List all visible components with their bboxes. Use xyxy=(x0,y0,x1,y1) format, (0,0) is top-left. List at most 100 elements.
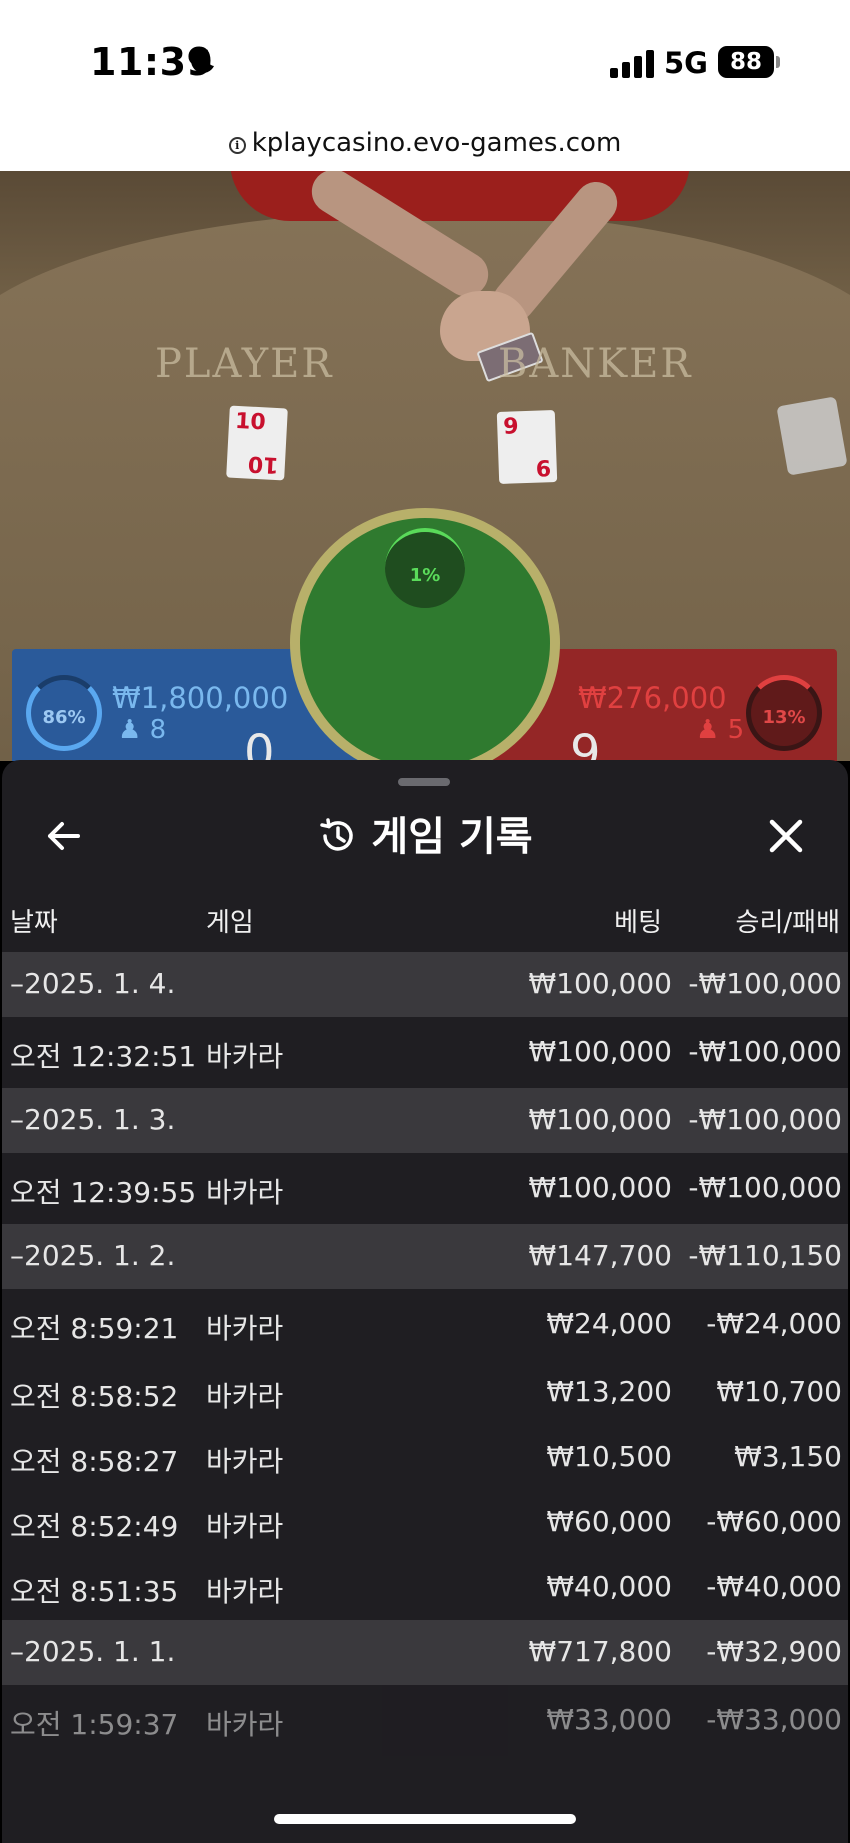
game-row[interactable]: 오전 8:58:27 바카라 ₩10,500 ₩3,150 xyxy=(2,1425,848,1490)
banker-count-value: 5 xyxy=(727,715,745,745)
dealer xyxy=(230,171,690,221)
game-name: 바카라 xyxy=(206,1312,284,1345)
status-bar: 11:39 5G 88 xyxy=(0,0,850,120)
result-amount: -₩33,000 xyxy=(706,1703,842,1736)
result-amount: ₩3,150 xyxy=(734,1440,842,1473)
column-result: 승리/패배 xyxy=(735,908,840,938)
game-name: 바카라 xyxy=(206,1040,284,1073)
game-name: 바카라 xyxy=(206,1380,284,1413)
banker-bettor-count: ♟ 5 xyxy=(696,715,744,745)
result-amount: -₩32,900 xyxy=(706,1635,842,1668)
game-row[interactable]: 오전 8:58:52 바카라 ₩13,200 ₩10,700 xyxy=(2,1360,848,1425)
bet-amount: ₩717,800 xyxy=(528,1635,672,1668)
player-card-rank-bottom: 10 xyxy=(247,450,280,478)
sheet-grabber[interactable] xyxy=(398,778,450,786)
info-icon[interactable]: i xyxy=(228,137,246,154)
game-name: 바카라 xyxy=(206,1708,284,1741)
player-table-label: PLAYER xyxy=(155,341,334,387)
column-header-row: 날짜 게임 베팅 승리/패배 xyxy=(2,880,848,952)
game-time: 오전 8:51:35 xyxy=(10,1575,179,1608)
game-time: 오전 1:59:37 xyxy=(10,1708,179,1741)
banker-card-rank-bottom: 9 xyxy=(534,454,552,480)
game-row[interactable]: 오전 8:51:35 바카라 ₩40,000 -₩40,000 xyxy=(2,1555,848,1620)
game-time: 오전 8:52:49 xyxy=(10,1510,179,1543)
signal-icon xyxy=(610,50,654,78)
result-amount: ₩10,700 xyxy=(716,1375,842,1408)
person-icon: ♟ xyxy=(118,715,142,745)
game-row[interactable]: 오전 1:59:37 바카라 ₩33,000 -₩33,000 xyxy=(2,1685,848,1756)
bet-amount: ₩100,000 xyxy=(528,967,672,1000)
banker-card: 9 9 xyxy=(496,410,558,484)
date-label: –2025. 1. 1. xyxy=(10,1635,176,1668)
card-shoe xyxy=(776,396,848,476)
banker-score: 9 xyxy=(570,725,601,761)
person-icon: ♟ xyxy=(696,715,720,745)
game-time: 오전 8:58:27 xyxy=(10,1445,179,1478)
game-time: 오전 8:59:21 xyxy=(10,1312,179,1345)
bet-amount: ₩60,000 xyxy=(546,1505,672,1538)
result-amount: -₩40,000 xyxy=(706,1570,842,1603)
result-amount: -₩24,000 xyxy=(706,1307,842,1340)
bet-amount: ₩10,500 xyxy=(546,1440,672,1473)
game-history-sheet: 게임 기록 날짜 게임 베팅 승리/패배 –2025. 1. 4. ₩100,0… xyxy=(2,760,848,1843)
bet-amount: ₩100,000 xyxy=(528,1171,672,1204)
date-row[interactable]: –2025. 1. 2. ₩147,700 -₩110,150 xyxy=(2,1224,848,1289)
player-total-amount: ₩1,800,000 xyxy=(112,681,289,715)
result-amount: -₩100,000 xyxy=(688,1171,842,1204)
banker-table-label: BANKER xyxy=(498,341,693,387)
bet-amount: ₩100,000 xyxy=(528,1035,672,1068)
game-row[interactable]: 오전 8:59:21 바카라 ₩24,000 -₩24,000 xyxy=(2,1289,848,1360)
bet-amount: ₩24,000 xyxy=(546,1307,672,1340)
date-label: –2025. 1. 2. xyxy=(10,1239,176,1272)
date-label: –2025. 1. 3. xyxy=(10,1103,176,1136)
game-name: 바카라 xyxy=(206,1445,284,1478)
bet-amount: ₩33,000 xyxy=(546,1703,672,1736)
player-card-rank: 10 xyxy=(234,408,267,436)
battery-icon: 88 xyxy=(718,46,774,78)
history-icon xyxy=(320,818,354,851)
game-row[interactable]: 오전 12:39:55 바카라 ₩100,000 -₩100,000 xyxy=(2,1153,848,1224)
sheet-title-text: 게임 기록 xyxy=(371,814,533,860)
date-row[interactable]: –2025. 1. 1. ₩717,800 -₩32,900 xyxy=(2,1620,848,1685)
home-indicator[interactable] xyxy=(274,1814,576,1824)
history-list: –2025. 1. 4. ₩100,000 -₩100,000 오전 12:32… xyxy=(2,952,848,1756)
network-type: 5G xyxy=(664,46,708,80)
date-row[interactable]: –2025. 1. 3. ₩100,000 -₩100,000 xyxy=(2,1088,848,1153)
column-bet: 베팅 xyxy=(614,908,662,938)
bet-amount: ₩100,000 xyxy=(528,1103,672,1136)
url-bar[interactable]: i kplaycasino.evo-games.com xyxy=(0,120,850,171)
date-row[interactable]: –2025. 1. 4. ₩100,000 -₩100,000 xyxy=(2,952,848,1017)
player-score: 0 xyxy=(244,725,275,761)
result-amount: -₩110,150 xyxy=(688,1239,842,1272)
url-text: kplaycasino.evo-games.com xyxy=(251,128,622,158)
game-row[interactable]: 오전 12:32:51 바카라 ₩100,000 -₩100,000 xyxy=(2,1017,848,1088)
result-amount: -₩60,000 xyxy=(706,1505,842,1538)
result-amount: -₩100,000 xyxy=(688,1035,842,1068)
column-date: 날짜 xyxy=(10,908,58,938)
tie-percent-ring: 1% xyxy=(385,528,465,608)
result-amount: -₩100,000 xyxy=(688,1103,842,1136)
game-time: 오전 12:32:51 xyxy=(10,1040,197,1073)
game-time: 오전 8:58:52 xyxy=(10,1380,179,1413)
game-name: 바카라 xyxy=(206,1575,284,1608)
bet-amount: ₩13,200 xyxy=(546,1375,672,1408)
game-name: 바카라 xyxy=(206,1510,284,1543)
game-time: 오전 12:39:55 xyxy=(10,1176,197,1209)
player-bettor-count: ♟ 8 xyxy=(118,715,166,745)
player-card: 10 10 xyxy=(226,405,288,481)
date-label: –2025. 1. 4. xyxy=(10,967,176,1000)
banker-percent-ring: 13% xyxy=(746,675,822,751)
battery-tip xyxy=(776,56,780,68)
game-row[interactable]: 오전 8:52:49 바카라 ₩60,000 -₩60,000 xyxy=(2,1490,848,1555)
close-icon[interactable] xyxy=(758,808,814,864)
result-amount: -₩100,000 xyxy=(688,967,842,1000)
column-game: 게임 xyxy=(206,908,254,938)
sheet-title: 게임 기록 xyxy=(2,804,848,862)
player-count-value: 8 xyxy=(149,715,167,745)
player-percent-ring: 86% xyxy=(26,675,102,751)
moon-icon xyxy=(191,48,214,73)
bet-amount: ₩147,700 xyxy=(528,1239,672,1272)
bet-amount: ₩40,000 xyxy=(546,1570,672,1603)
banker-card-rank: 9 xyxy=(502,414,520,440)
banker-total-amount: ₩276,000 xyxy=(578,681,727,715)
